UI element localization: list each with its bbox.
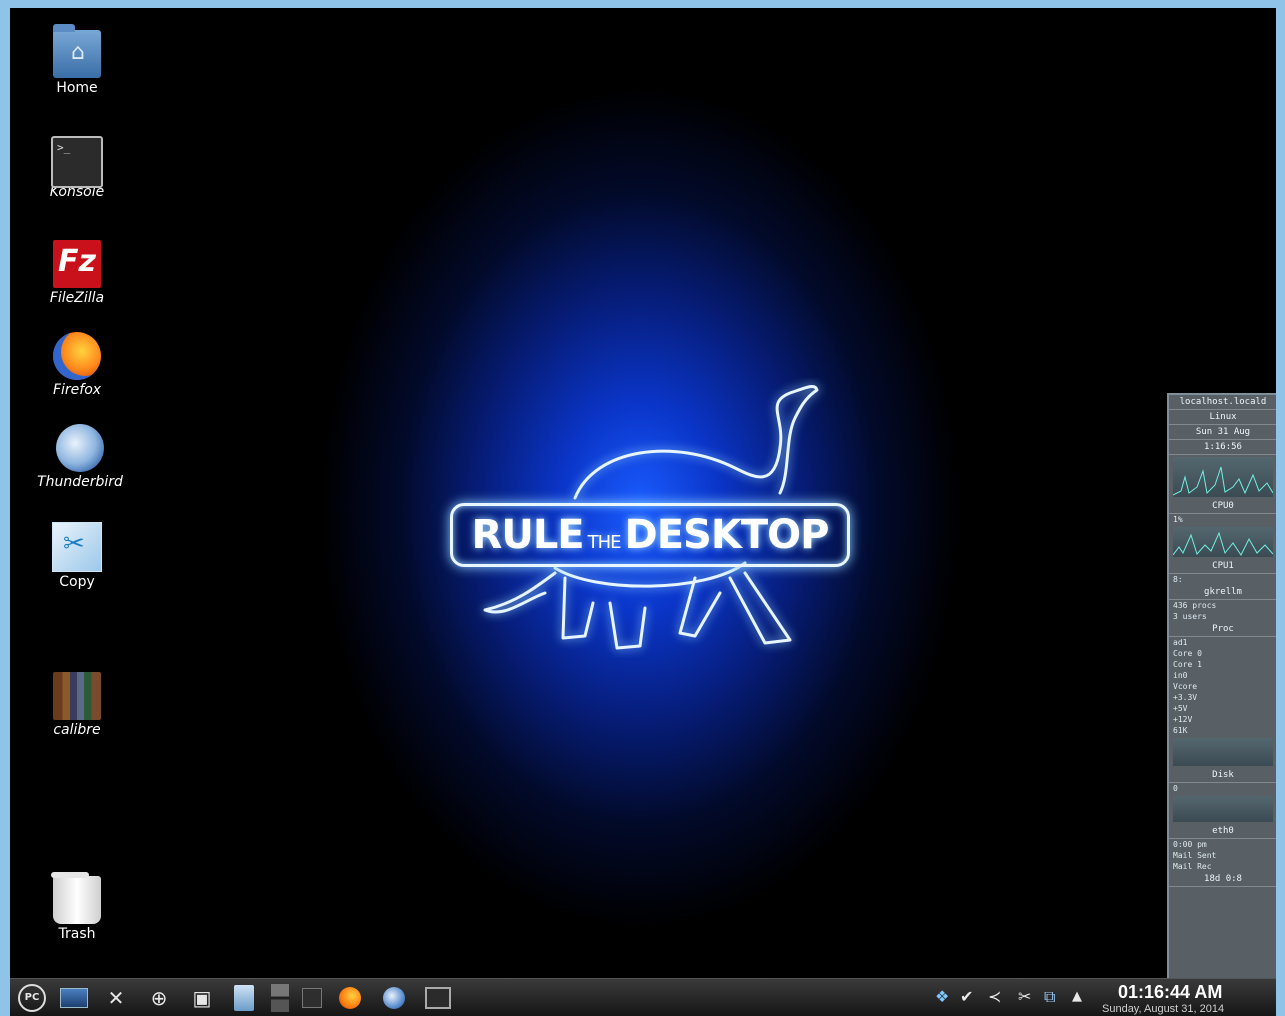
monitor-hostname: localhost.locald	[1169, 395, 1276, 410]
task-firefox[interactable]	[336, 984, 364, 1012]
system-settings-button[interactable]: ✕	[102, 984, 130, 1012]
net-value: 0	[1173, 784, 1178, 793]
terminal-icon	[51, 136, 103, 188]
desktop-icon	[60, 988, 88, 1008]
clock-date[interactable]: Sunday, August 31, 2014	[1102, 1003, 1224, 1015]
checkmark-icon[interactable]: ✔	[960, 987, 973, 1006]
desktop-icon-calibre[interactable]: calibre	[22, 672, 132, 738]
sensor-b-1: Vcore	[1173, 682, 1198, 691]
taskbar: PC ✕ ⊕ ▣ ❖ ✔ ≺ ✂ ⧉ ▲ 01:16:44 AM Sunday,…	[10, 978, 1276, 1016]
mail-received: Mail Rec	[1173, 862, 1212, 871]
pclinuxos-menu-icon: PC	[18, 984, 46, 1012]
sensor-b-4: +12V	[1173, 715, 1193, 724]
desktop-icon-home[interactable]: Home	[22, 24, 132, 96]
desktop-icon-label: calibre	[53, 722, 101, 738]
package-manager-button[interactable]: ▣	[188, 984, 216, 1012]
desktop-icon-konsole[interactable]: Konsole	[22, 130, 132, 200]
cpu0-label: CPU0	[1169, 499, 1276, 514]
filezilla-icon: Fz	[53, 240, 101, 288]
firefox-icon	[53, 332, 101, 380]
monitor-footer: 18d 0:8	[1169, 872, 1276, 887]
trash-icon	[51, 872, 101, 924]
update-tray-icon[interactable]: ⧉	[1044, 987, 1055, 1007]
clock-time[interactable]: 01:16:44 AM	[1118, 982, 1222, 1003]
sensor-b-0: in0	[1173, 671, 1188, 680]
uptime-value: 0:00 pm	[1173, 840, 1207, 849]
terminal-task-icon	[302, 988, 322, 1008]
package-manager-icon: ▣	[192, 986, 212, 1010]
task-terminal[interactable]	[298, 984, 326, 1012]
sensor-a-2: Core 1	[1173, 660, 1202, 669]
tray-expand-icon[interactable]: ▲	[1072, 989, 1082, 1004]
calibre-icon	[53, 672, 101, 720]
thunderbird-task-icon	[383, 987, 405, 1009]
desktop-icon-label: Thunderbird	[37, 474, 123, 490]
task-konsole[interactable]	[424, 984, 452, 1012]
monitor-os: Linux	[1169, 410, 1276, 425]
disk-value: 61K	[1173, 726, 1188, 735]
disk-label: Disk	[1169, 768, 1276, 783]
pager-button[interactable]	[266, 984, 294, 1012]
desktop-icon-label: Home	[56, 80, 98, 96]
desktop-icon-label: Trash	[58, 926, 96, 942]
thunderbird-icon	[56, 424, 104, 472]
tools-tray-icon[interactable]: ✂	[1018, 987, 1031, 1006]
net-graph	[1173, 796, 1273, 822]
settings-tools-icon: ✕	[107, 986, 125, 1010]
desktop-icon-thunderbird[interactable]: Thunderbird	[25, 424, 135, 490]
sensor-a-1: Core 0	[1173, 649, 1202, 658]
cpu1-label: CPU1	[1169, 559, 1276, 574]
mem-value: 8:	[1173, 575, 1183, 584]
sensor-a-0: ad1	[1173, 638, 1188, 647]
desktop-icon-label: Firefox	[52, 382, 102, 398]
file-manager-icon	[234, 985, 254, 1011]
file-manager-button[interactable]	[230, 984, 258, 1012]
desktop-icon-label: Copy	[59, 574, 95, 590]
firefox-task-icon	[339, 987, 361, 1009]
show-desktop-button[interactable]	[60, 984, 88, 1012]
logo-word-desktop: DESKTOP	[624, 512, 830, 558]
desktop-icon-label: FileZilla	[49, 290, 105, 306]
mail-sent: Mail Sent	[1173, 851, 1217, 860]
cpu1-graph	[1173, 527, 1273, 557]
desktop-icon-filezilla[interactable]: Fz FileZilla	[22, 240, 132, 306]
desktop: Home Konsole Fz FileZilla Firefox Thunde…	[10, 8, 1276, 1016]
pclinuxos-menu-button[interactable]: PC	[18, 984, 46, 1012]
procs-count: 436 procs	[1173, 601, 1217, 610]
procs-users: 3 users	[1173, 612, 1207, 621]
dropbox-icon[interactable]: ❖	[935, 987, 949, 1006]
disk-graph	[1173, 738, 1273, 766]
cpu0-graph	[1173, 457, 1273, 497]
task-thunderbird[interactable]	[380, 984, 408, 1012]
sensor-b-2: +3.3V	[1173, 693, 1198, 702]
konsole-task-icon	[425, 987, 451, 1009]
wallpaper-logo-text: RULE THE DESKTOP	[450, 503, 850, 567]
logo-word-rule: RULE	[471, 512, 585, 558]
desktop-icon-trash[interactable]: Trash	[22, 872, 132, 942]
network-icon: ⊕	[150, 986, 168, 1010]
sensor-b-3: +5V	[1173, 704, 1188, 713]
system-monitor-widget: localhost.locald Linux Sun 31 Aug 1:16:5…	[1167, 393, 1276, 982]
proc-label: Proc	[1169, 622, 1276, 637]
mem-label: gkrellm	[1169, 585, 1276, 600]
network-button[interactable]: ⊕	[145, 984, 173, 1012]
cpu1-percent: 1%	[1173, 515, 1183, 524]
monitor-date: Sun 31 Aug	[1169, 425, 1276, 440]
monitor-time: 1:16:56	[1169, 440, 1276, 455]
desktop-icon-firefox[interactable]: Firefox	[22, 332, 132, 398]
net-label: eth0	[1169, 824, 1276, 839]
copy-app-icon	[52, 522, 102, 572]
network-tray-icon[interactable]: ≺	[988, 987, 1001, 1006]
logo-word-the: THE	[587, 532, 622, 553]
pager-icon	[271, 984, 289, 1012]
desktop-icon-copy[interactable]: Copy	[22, 522, 132, 590]
home-folder-icon	[53, 24, 101, 78]
